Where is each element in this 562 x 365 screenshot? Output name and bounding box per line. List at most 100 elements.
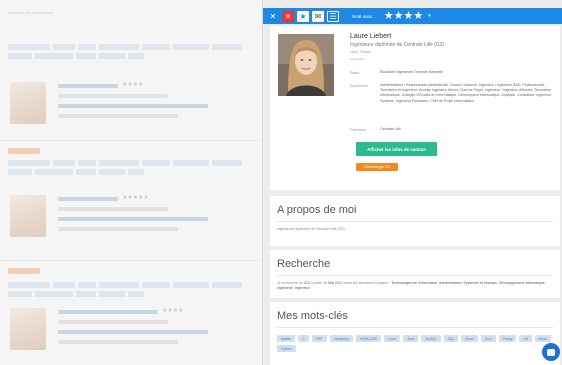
candidate-detail-line xyxy=(58,114,178,118)
filter-chip xyxy=(99,44,139,50)
filter-chip xyxy=(8,53,32,59)
panel-toolbar: ✕ ✕ ★ ✉ ☰ Noté sous : ★★★★ ▾ xyxy=(263,8,562,24)
filter-chip xyxy=(78,44,96,50)
filter-chips xyxy=(8,44,258,59)
filter-chip xyxy=(8,282,50,288)
candidate-title: Ingénieure diplômée de Centrale Lille (G… xyxy=(350,42,445,48)
filter-chip xyxy=(35,291,73,297)
keyword-tag[interactable]: HTML/CSS xyxy=(355,335,382,342)
avatar xyxy=(10,195,46,237)
chevron-down-icon[interactable]: ▾ xyxy=(428,13,431,19)
filter-chip xyxy=(78,160,96,166)
keyword-tag[interactable]: PHP xyxy=(311,335,327,342)
avatar xyxy=(10,308,46,350)
filter-chip xyxy=(99,53,125,59)
filter-chip xyxy=(212,44,242,50)
keyword-tag[interactable]: Unix xyxy=(480,335,496,342)
availability-label: Disponible xyxy=(350,57,365,61)
rating-stars: ★★★★ xyxy=(122,82,144,88)
menu-button[interactable]: ☰ xyxy=(327,10,339,22)
keyword-tag[interactable]: C xyxy=(298,335,309,342)
keyword-tag[interactable]: Python xyxy=(277,345,296,352)
keyword-tag[interactable]: Excel xyxy=(461,335,478,342)
reject-button[interactable]: ✕ xyxy=(282,10,294,22)
results-header: Résultats de la recherche xyxy=(8,10,54,15)
candidate-detail-line xyxy=(58,217,208,221)
divider xyxy=(277,327,553,328)
keyword-tag[interactable]: Word xyxy=(534,335,551,342)
about-text: Ingénieure diplômée de Centrale Lille (G… xyxy=(277,227,345,231)
filter-chip xyxy=(8,160,50,166)
filter-chip xyxy=(53,160,75,166)
filter-chip xyxy=(99,291,125,297)
mail-icon: ✉ xyxy=(314,11,322,21)
filter-chip xyxy=(53,282,75,288)
filter-chip xyxy=(128,291,144,297)
star-icon: ★ xyxy=(299,11,307,21)
experience-label: Expérience xyxy=(350,84,368,88)
keyword-tag[interactable]: Matlab xyxy=(277,335,296,342)
filter-chip xyxy=(35,169,73,175)
rating-stars: ★★★★★ xyxy=(122,195,149,201)
filter-chip xyxy=(76,53,96,59)
close-panel-button[interactable]: ✕ xyxy=(267,11,279,22)
filter-chip xyxy=(173,160,209,166)
start-date: Mai 2017 xyxy=(328,281,343,285)
research-sector-label: dans les domaines suivants : xyxy=(343,281,391,285)
keyword-tag[interactable]: Git xyxy=(519,335,532,342)
candidate-detail-line xyxy=(58,104,208,108)
keyword-tag[interactable]: Javascript xyxy=(329,335,353,342)
keyword-tag[interactable]: MySQL xyxy=(421,335,441,342)
education-value: Centrale Lille xyxy=(380,127,401,131)
status-label: Statut xyxy=(350,71,360,75)
chat-launcher-button[interactable] xyxy=(542,343,560,361)
filter-chip xyxy=(99,160,139,166)
candidate-detail-line xyxy=(58,94,168,98)
education-label: Formation xyxy=(350,128,367,132)
person-photo-icon xyxy=(278,34,334,96)
keyword-tag[interactable]: Linux xyxy=(384,335,401,342)
candidate-name-line xyxy=(58,84,118,88)
keyword-tag[interactable]: Prolog xyxy=(498,335,517,342)
rating-stars[interactable]: ★★★★ xyxy=(384,10,423,22)
divider xyxy=(277,275,553,276)
avatar xyxy=(10,82,46,124)
candidate-name-line xyxy=(58,197,118,201)
candidate-location: Lyon, France xyxy=(350,50,371,54)
research-title: Recherche xyxy=(277,258,331,270)
filter-chip xyxy=(8,169,32,175)
status-value: Étudiante ingénieure Centrale Marseille xyxy=(380,70,443,74)
filter-chips xyxy=(8,160,258,175)
filter-chip xyxy=(99,169,125,175)
filter-chip xyxy=(99,282,139,288)
filter-chip xyxy=(142,44,170,50)
favorite-button[interactable]: ★ xyxy=(297,10,309,22)
keyword-tag[interactable]: Java xyxy=(403,335,419,342)
download-cv-button[interactable]: Télécharger CV xyxy=(356,163,398,171)
filter-chips xyxy=(8,282,258,297)
filter-chip xyxy=(128,169,144,175)
divider xyxy=(0,260,262,261)
filter-chip xyxy=(78,282,96,288)
filter-chip xyxy=(53,44,75,50)
background-results-list: Résultats de la recherche ★★★★ ★★★★★ ★★★… xyxy=(0,0,262,365)
filter-chip xyxy=(8,44,50,50)
divider xyxy=(0,140,262,141)
filter-chip xyxy=(212,160,242,166)
filter-chip xyxy=(8,291,32,297)
research-prefix: Je recherche un xyxy=(277,281,303,285)
status-badge xyxy=(8,148,40,154)
contract-type: CDI xyxy=(303,281,310,285)
show-contact-button[interactable]: Afficher les infos de contact xyxy=(356,142,437,156)
about-section: A propos de moi Ingénieure diplômée de C… xyxy=(270,196,560,246)
filter-chip xyxy=(142,160,170,166)
research-mid: à partir de xyxy=(310,281,328,285)
message-button[interactable]: ✉ xyxy=(312,10,324,22)
research-text: Je recherche un CDI à partir de Mai 2017… xyxy=(277,281,552,292)
keyword-list: Matlab C PHP Javascript HTML/CSS Linux Java MyS… xyxy=(277,335,557,352)
keywords-section: Mes mots-clés Matlab C PHP Javascript HTML/C… xyxy=(270,302,560,365)
filter-chip xyxy=(173,44,209,50)
keyword-tag[interactable]: SQL xyxy=(443,335,459,342)
candidate-name-line xyxy=(58,310,158,314)
rating-label: Noté sous : xyxy=(352,13,375,19)
